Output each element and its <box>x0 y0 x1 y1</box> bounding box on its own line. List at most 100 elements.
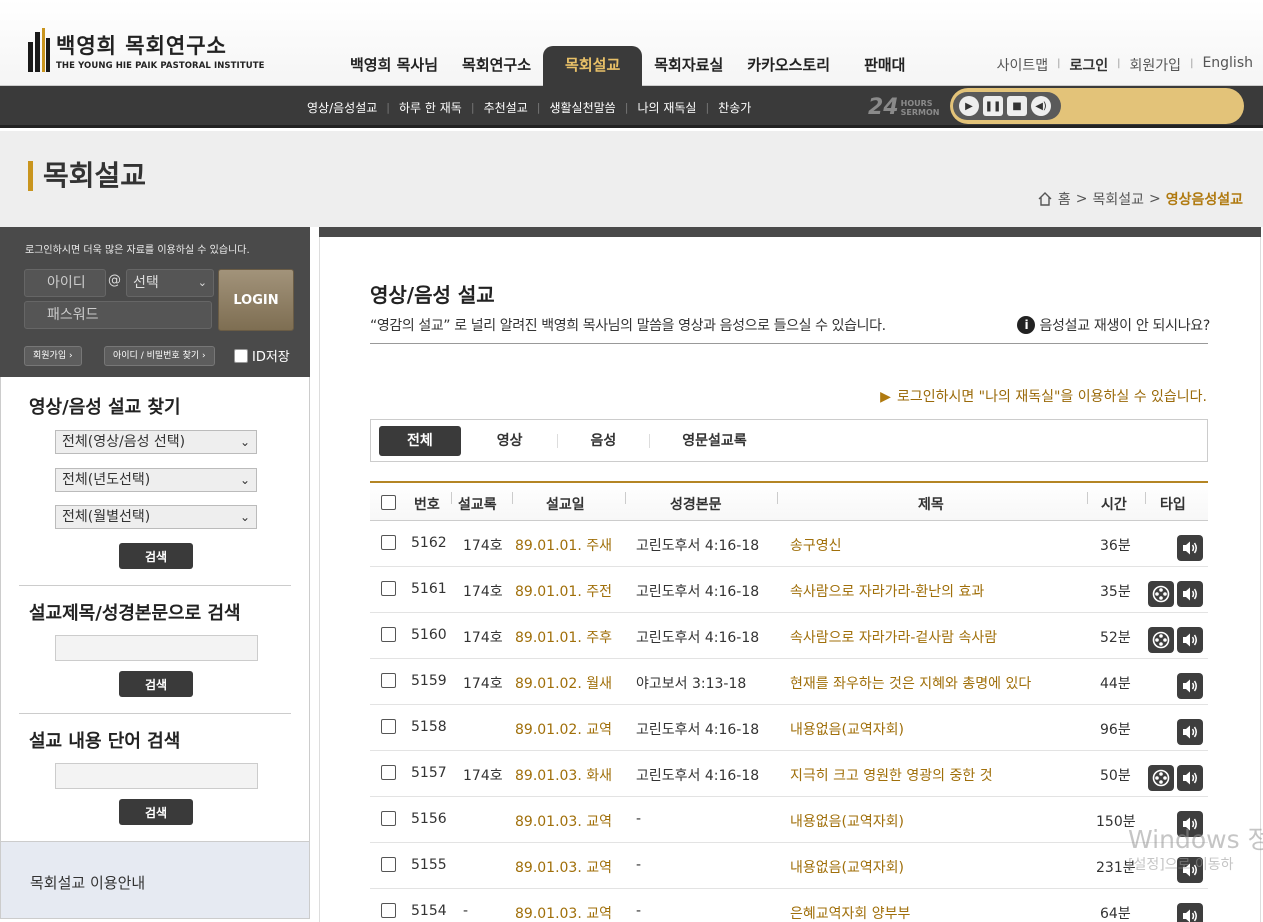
audio-play-icon[interactable] <box>1177 627 1203 653</box>
email-domain-select[interactable]: 선택 ⌄ <box>126 269 214 297</box>
sitemap-link[interactable]: 사이트맵 <box>997 55 1049 75</box>
row-title[interactable]: 지극히 크고 영원한 영광의 중한 것 <box>790 765 993 785</box>
table-row[interactable]: 5158 89.01.02. 교역 고린도후서 4:16-18 내용없음(교역자회) 9… <box>370 705 1208 751</box>
tab-audio[interactable]: 음성 <box>558 426 650 456</box>
row-title[interactable]: 현재를 좌우하는 것은 지혜와 총명에 있다 <box>790 673 1031 693</box>
row-checkbox[interactable] <box>381 903 396 918</box>
row-date[interactable]: 89.01.03. 화새 <box>515 765 612 785</box>
table-row[interactable]: 5162 174호 89.01.01. 주새 고린도후서 4:16-18 송구영신 36분 <box>370 521 1208 567</box>
sermon-guide-banner[interactable]: 목회설교 이용안내 <box>0 841 310 919</box>
row-title[interactable]: 은혜교역자회 양부부 <box>790 903 910 922</box>
table-row[interactable]: 5154-89.01.03. 교역 - 은혜교역자회 양부부 64분 <box>370 889 1208 922</box>
find-account-button[interactable]: 아이디 / 비밀번호 찾기 › <box>104 346 215 366</box>
gnb-item-resources[interactable]: 목회자료실 <box>642 46 735 86</box>
search1-button[interactable]: 검색 <box>119 543 193 569</box>
table-row[interactable]: 5156 89.01.03. 교역 - 내용없음(교역자회) 150분 <box>370 797 1208 843</box>
title-search-input[interactable] <box>55 635 258 661</box>
row-checkbox[interactable] <box>381 581 396 596</box>
row-checkbox[interactable] <box>381 673 396 688</box>
table-row[interactable]: 5155 89.01.03. 교역 - 내용없음(교역자회) 231분 <box>370 843 1208 889</box>
table-row[interactable]: 5160 174호 89.01.01. 주후 고린도후서 4:16-18 속사람으로 자… <box>370 613 1208 659</box>
subnav-item-recommended[interactable]: 추천설교 <box>475 99 537 116</box>
row-checkbox[interactable] <box>381 719 396 734</box>
audio-play-icon[interactable] <box>1177 903 1203 922</box>
playback-help-link[interactable]: i 음성설교 재생이 안 되시나요? <box>1017 315 1210 335</box>
row-checkbox[interactable] <box>381 535 396 550</box>
stop-icon[interactable]: ■ <box>1007 96 1027 116</box>
table-row[interactable]: 5157 174호 89.01.03. 화새 고린도후서 4:16-18 지극히 크고 … <box>370 751 1208 797</box>
tab-video[interactable]: 영상 <box>461 426 557 456</box>
row-date[interactable]: 89.01.01. 주전 <box>515 581 612 601</box>
row-title[interactable]: 내용없음(교역자회) <box>790 719 904 739</box>
col-book: 설교록 <box>458 497 497 513</box>
volume-icon[interactable]: ◀) <box>1031 96 1051 116</box>
row-checkbox[interactable] <box>381 765 396 780</box>
video-play-icon[interactable] <box>1148 765 1174 791</box>
subnav-item-my-reading-room[interactable]: 나의 재독실 <box>628 99 705 116</box>
search2-button[interactable]: 검색 <box>119 671 193 697</box>
search3-button[interactable]: 검색 <box>119 799 193 825</box>
col-scripture: 성경본문 <box>670 497 722 513</box>
tab-all[interactable]: 전체 <box>379 425 461 456</box>
row-title[interactable]: 속사람으로 자라가라-겉사람 속사람 <box>790 627 997 647</box>
gnb-item-sermons[interactable]: 목회설교 <box>543 46 643 86</box>
row-date[interactable]: 89.01.03. 교역 <box>515 903 612 922</box>
gnb-item-institute[interactable]: 목회연구소 <box>450 46 543 86</box>
table-row[interactable]: 5159 174호 89.01.02. 월새 야고보서 3:13-18 현재를 좌우하는… <box>370 659 1208 705</box>
subnav-item-daily-practice[interactable]: 생활실천말씀 <box>540 99 624 116</box>
row-checkbox[interactable] <box>381 857 396 872</box>
row-title[interactable]: 내용없음(교역자회) <box>790 857 904 877</box>
windows-activation-watermark-sub: [설정]으로 이동하 <box>1128 857 1234 873</box>
join-link[interactable]: 회원가입 <box>1130 55 1182 75</box>
year-select[interactable]: 전체(년도선택) ⌄ <box>55 468 257 492</box>
chevron-down-icon: ⌄ <box>197 276 207 289</box>
password-input[interactable]: 패스워드 <box>24 301 212 329</box>
audio-play-icon[interactable] <box>1177 719 1203 745</box>
video-play-icon[interactable] <box>1148 627 1174 653</box>
chevron-down-icon: ⌄ <box>239 435 250 449</box>
row-time: 50분 <box>1100 768 1131 784</box>
row-scripture: 고린도후서 4:16-18 <box>636 584 760 600</box>
audio-play-icon[interactable] <box>1177 535 1203 561</box>
site-logo[interactable]: 백영희 목회연구소 THE YOUNG HIE PAIK PASTORAL IN… <box>26 26 264 76</box>
select-all-checkbox[interactable] <box>381 495 396 510</box>
id-input[interactable]: 아이디 <box>24 269 106 297</box>
row-date[interactable]: 89.01.01. 주새 <box>515 535 612 555</box>
logo-mark-icon <box>28 28 50 72</box>
row-title[interactable]: 내용없음(교역자회) <box>790 811 904 831</box>
row-date[interactable]: 89.01.01. 주후 <box>515 627 612 647</box>
type-select[interactable]: 전체(영상/음성 선택) ⌄ <box>55 430 257 454</box>
join-button[interactable]: 회원가입 › <box>24 346 82 366</box>
subnav-item-media-sermons[interactable]: 영상/음성설교 <box>298 99 386 116</box>
play-icon[interactable]: ▶ <box>959 96 979 116</box>
row-title[interactable]: 송구영신 <box>790 535 842 555</box>
breadcrumb-home[interactable]: 홈 <box>1058 189 1071 209</box>
subnav-item-daily-reading[interactable]: 하루 한 재독 <box>390 99 471 116</box>
audio-play-icon[interactable] <box>1177 673 1203 699</box>
row-date[interactable]: 89.01.02. 월새 <box>515 673 612 693</box>
table-row[interactable]: 5161 174호 89.01.01. 주전 고린도후서 4:16-18 속사람으로 자… <box>370 567 1208 613</box>
row-date[interactable]: 89.01.03. 교역 <box>515 811 612 831</box>
month-select[interactable]: 전체(월별선택) ⌄ <box>55 505 257 529</box>
audio-play-icon[interactable] <box>1177 765 1203 791</box>
row-title[interactable]: 속사람으로 자라가라-환난의 효과 <box>790 581 984 601</box>
audio-play-icon[interactable] <box>1177 581 1203 607</box>
row-checkbox[interactable] <box>381 811 396 826</box>
video-play-icon[interactable] <box>1148 581 1174 607</box>
gnb-item-kakaostory[interactable]: 카카오스토리 <box>735 46 842 86</box>
login-button[interactable]: LOGIN <box>218 269 294 331</box>
breadcrumb-sermons[interactable]: 목회설교 <box>1092 189 1144 209</box>
login-link[interactable]: 로그인 <box>1070 55 1109 75</box>
english-link[interactable]: English <box>1202 55 1253 75</box>
row-date[interactable]: 89.01.02. 교역 <box>515 719 612 739</box>
subnav-item-hymns[interactable]: 찬송가 <box>709 99 760 116</box>
tab-english-sermons[interactable]: 영문설교록 <box>650 426 778 456</box>
gnb-item-paik[interactable]: 백영희 목사님 <box>338 46 450 86</box>
id-save-checkbox[interactable]: ID저장 <box>234 346 290 365</box>
content-search-input[interactable] <box>55 763 258 789</box>
row-checkbox[interactable] <box>381 627 396 642</box>
row-date[interactable]: 89.01.03. 교역 <box>515 857 612 877</box>
home-icon[interactable] <box>1037 192 1053 206</box>
pause-icon[interactable]: ❚❚ <box>983 96 1003 116</box>
gnb-item-store[interactable]: 판매대 <box>842 46 917 86</box>
